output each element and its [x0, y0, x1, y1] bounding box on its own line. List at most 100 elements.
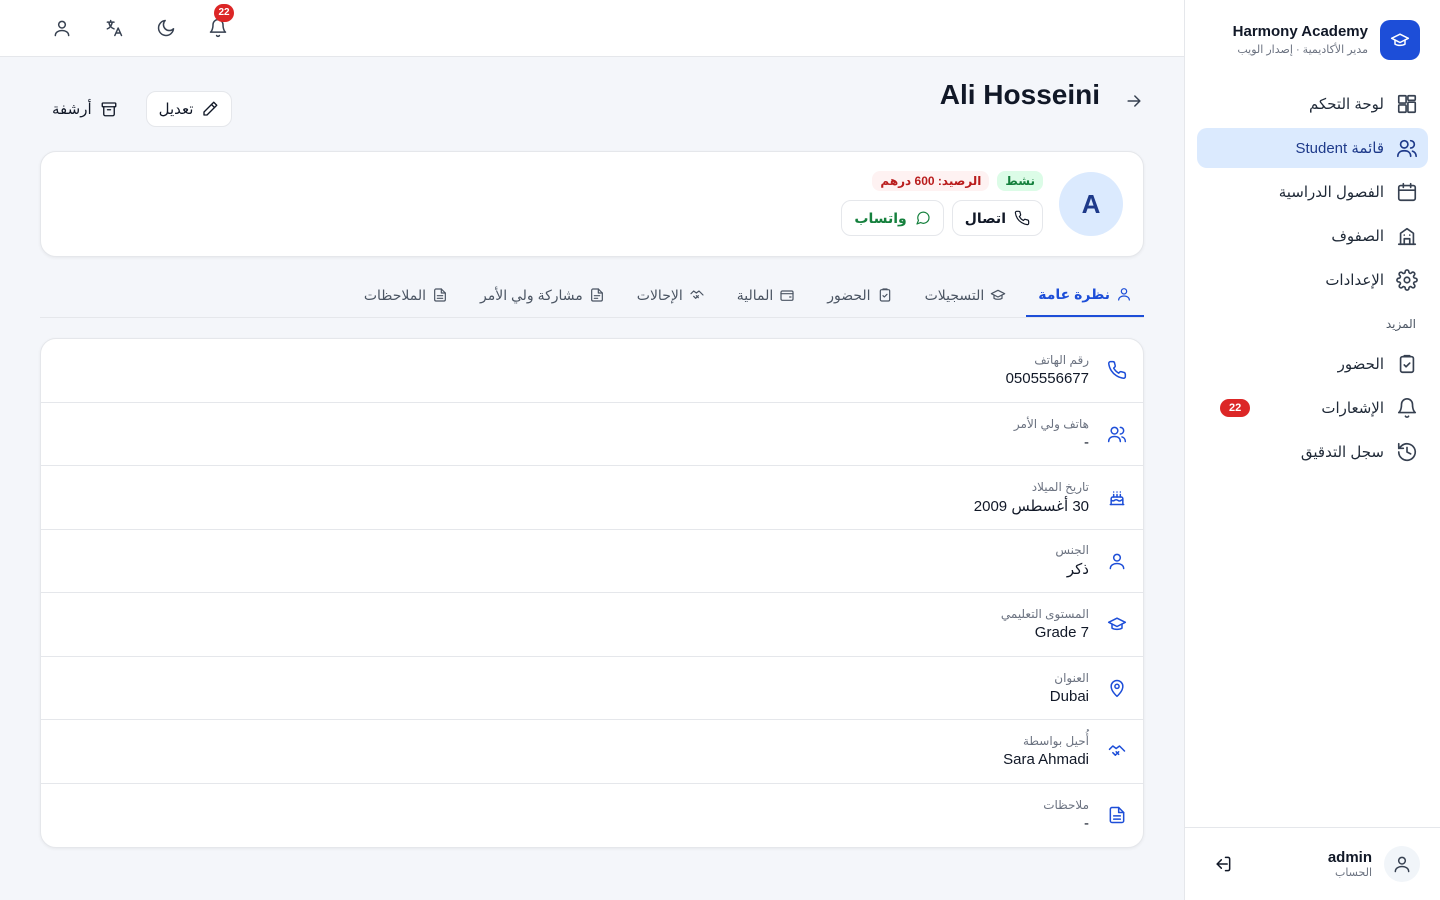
page-header: Ali Hosseini أرشفة تعديل: [40, 57, 1144, 151]
sidebar-item-dashboard[interactable]: لوحة التحكم: [1197, 84, 1428, 124]
sidebar-item-notifications[interactable]: الإشعارات 22: [1197, 388, 1428, 428]
clipboard-check-icon: [879, 288, 890, 302]
handshake-icon: [690, 290, 704, 299]
brand: Harmony Academy مدير الأكاديمية · إصدار …: [1205, 19, 1420, 61]
info-value: Sara Ahmadi: [1003, 751, 1089, 769]
avatar: A: [1059, 172, 1123, 236]
topbar-actions: 22: [42, 4, 238, 48]
calendar-icon: [1396, 181, 1418, 203]
info-label: هاتف ولي الأمر: [1013, 416, 1089, 431]
logout-button[interactable]: [1205, 846, 1241, 882]
handshake-icon: [1103, 737, 1131, 765]
info-row-parent-phone: هاتف ولي الأمر -: [41, 403, 1143, 466]
notification-badge: 22: [214, 4, 234, 22]
edit-button[interactable]: تعديل: [145, 91, 233, 127]
file-text-icon: [1103, 801, 1131, 829]
sidebar-item-audit-log[interactable]: سجل التدقيق: [1197, 432, 1428, 472]
info-text: هاتف ولي الأمر -: [1014, 417, 1089, 451]
sidebar-item-label: الإشعارات: [1321, 400, 1384, 417]
info-value: -: [1084, 433, 1089, 451]
info-text: ملاحظات -: [1043, 798, 1089, 832]
info-text: أُحيل بواسطة Sara Ahmadi: [1003, 734, 1089, 768]
wallet-icon: [780, 290, 794, 301]
tab-enrollments[interactable]: التسجيلات: [913, 273, 1019, 317]
users-icon: [1396, 137, 1418, 159]
sidebar-item-label: الفصول الدراسية: [1278, 184, 1384, 201]
tab-notes[interactable]: الملاحظات: [352, 273, 460, 317]
building-icon: [1396, 225, 1418, 247]
info-value: 30 أغسطس 2009: [973, 497, 1089, 515]
graduation-cap-icon: [990, 289, 1006, 300]
info-row-grade: المستوى التعليمي Grade 7: [41, 593, 1143, 657]
sidebar-item-settings[interactable]: الإعدادات: [1197, 260, 1428, 300]
info-value: -: [1084, 815, 1089, 833]
info-text: رقم الهاتف 0505556677: [1006, 353, 1089, 387]
tab-overview[interactable]: نظرة عامة: [1026, 273, 1144, 317]
contact-buttons: اتصال واتساب: [841, 200, 1043, 236]
whatsapp-button[interactable]: واتساب: [841, 200, 944, 236]
topbar: 22: [0, 0, 1184, 57]
profile-card: A نشط الرصيد: 600 درهم اتصال واتساب: [40, 151, 1144, 257]
message-circle-icon: [916, 211, 930, 225]
sidebar-item-label: لوحة التحكم: [1308, 96, 1384, 113]
back-button[interactable]: [1120, 91, 1144, 115]
sidebar-item-terms[interactable]: الفصول الدراسية: [1197, 172, 1428, 212]
tab-referrals[interactable]: الإحالات: [625, 273, 717, 317]
info-value: ذكر: [1066, 561, 1089, 579]
user-icon: [1118, 288, 1130, 301]
notifications-button[interactable]: 22: [198, 4, 238, 48]
info-row-notes: ملاحظات -: [41, 784, 1143, 848]
logout-icon: [1216, 856, 1231, 872]
info-value: 0505556677: [1005, 370, 1089, 388]
sidebar-item-attendance[interactable]: الحضور: [1197, 344, 1428, 384]
call-button[interactable]: اتصال: [951, 200, 1043, 236]
info-text: العنوان Dubai: [1050, 671, 1089, 705]
info-label: العنوان: [1054, 670, 1089, 685]
sidebar-item-classes[interactable]: الصفوف: [1197, 216, 1428, 256]
file-icon: [590, 288, 603, 302]
edit-label: تعديل: [158, 101, 194, 118]
gear-icon: [1396, 269, 1418, 291]
tab-parent-sharing[interactable]: مشاركة ولي الأمر: [468, 273, 617, 317]
info-row-birthdate: تاريخ الميلاد 30 أغسطس 2009: [41, 466, 1143, 530]
sidebar-item-label: سجل التدقيق: [1300, 444, 1384, 461]
page-title: Ali Hosseini: [939, 79, 1100, 110]
tab-label: نظرة عامة: [1038, 285, 1110, 302]
phone-icon: [1103, 356, 1131, 384]
profile-button[interactable]: [42, 8, 82, 48]
users-icon: [1103, 420, 1131, 448]
tab-label: الملاحظات: [363, 286, 426, 303]
info-row-phone: رقم الهاتف 0505556677: [41, 339, 1143, 403]
account-text: admin الحساب: [1253, 849, 1372, 879]
archive-label: أرشفة: [52, 101, 92, 118]
main-content: Ali Hosseini أرشفة تعديل A نشط الرصيد: 6…: [40, 57, 1144, 848]
user-icon: [1394, 856, 1410, 873]
arrow-right-icon: [1127, 95, 1141, 107]
user-icon: [1103, 547, 1131, 575]
map-pin-icon: [1103, 674, 1131, 702]
graduation-cap-icon: [1103, 610, 1131, 638]
archive-button[interactable]: أرشفة: [40, 91, 130, 127]
account-name: admin: [1327, 849, 1372, 866]
sidebar: Harmony Academy مدير الأكاديمية · إصدار …: [1184, 0, 1440, 900]
theme-toggle[interactable]: [146, 8, 186, 48]
sidebar-item-students[interactable]: قائمة Student: [1197, 128, 1428, 168]
tab-finance[interactable]: المالية: [725, 273, 808, 317]
pencil-icon: [203, 101, 218, 116]
language-button[interactable]: [94, 8, 134, 48]
tab-label: الحضور: [827, 286, 871, 303]
info-label: رقم الهاتف: [1034, 353, 1089, 368]
archive-icon: [101, 102, 117, 117]
bell-icon: [1396, 397, 1418, 419]
whatsapp-label: واتساب: [854, 209, 907, 226]
info-label: المستوى التعليمي: [1000, 607, 1089, 622]
sidebar-section-label: المزيد: [1385, 317, 1416, 331]
brand-text: Harmony Academy مدير الأكاديمية · إصدار …: [1233, 22, 1368, 58]
avatar[interactable]: [1384, 846, 1420, 882]
balance-badge: الرصيد: 600 درهم: [872, 171, 990, 191]
sidebar-item-label: الحضور: [1337, 356, 1384, 373]
tab-attendance[interactable]: الحضور: [815, 273, 904, 317]
info-row-address: العنوان Dubai: [41, 657, 1143, 720]
info-label: أُحيل بواسطة: [1023, 734, 1089, 749]
info-value: Grade 7: [1034, 624, 1089, 642]
